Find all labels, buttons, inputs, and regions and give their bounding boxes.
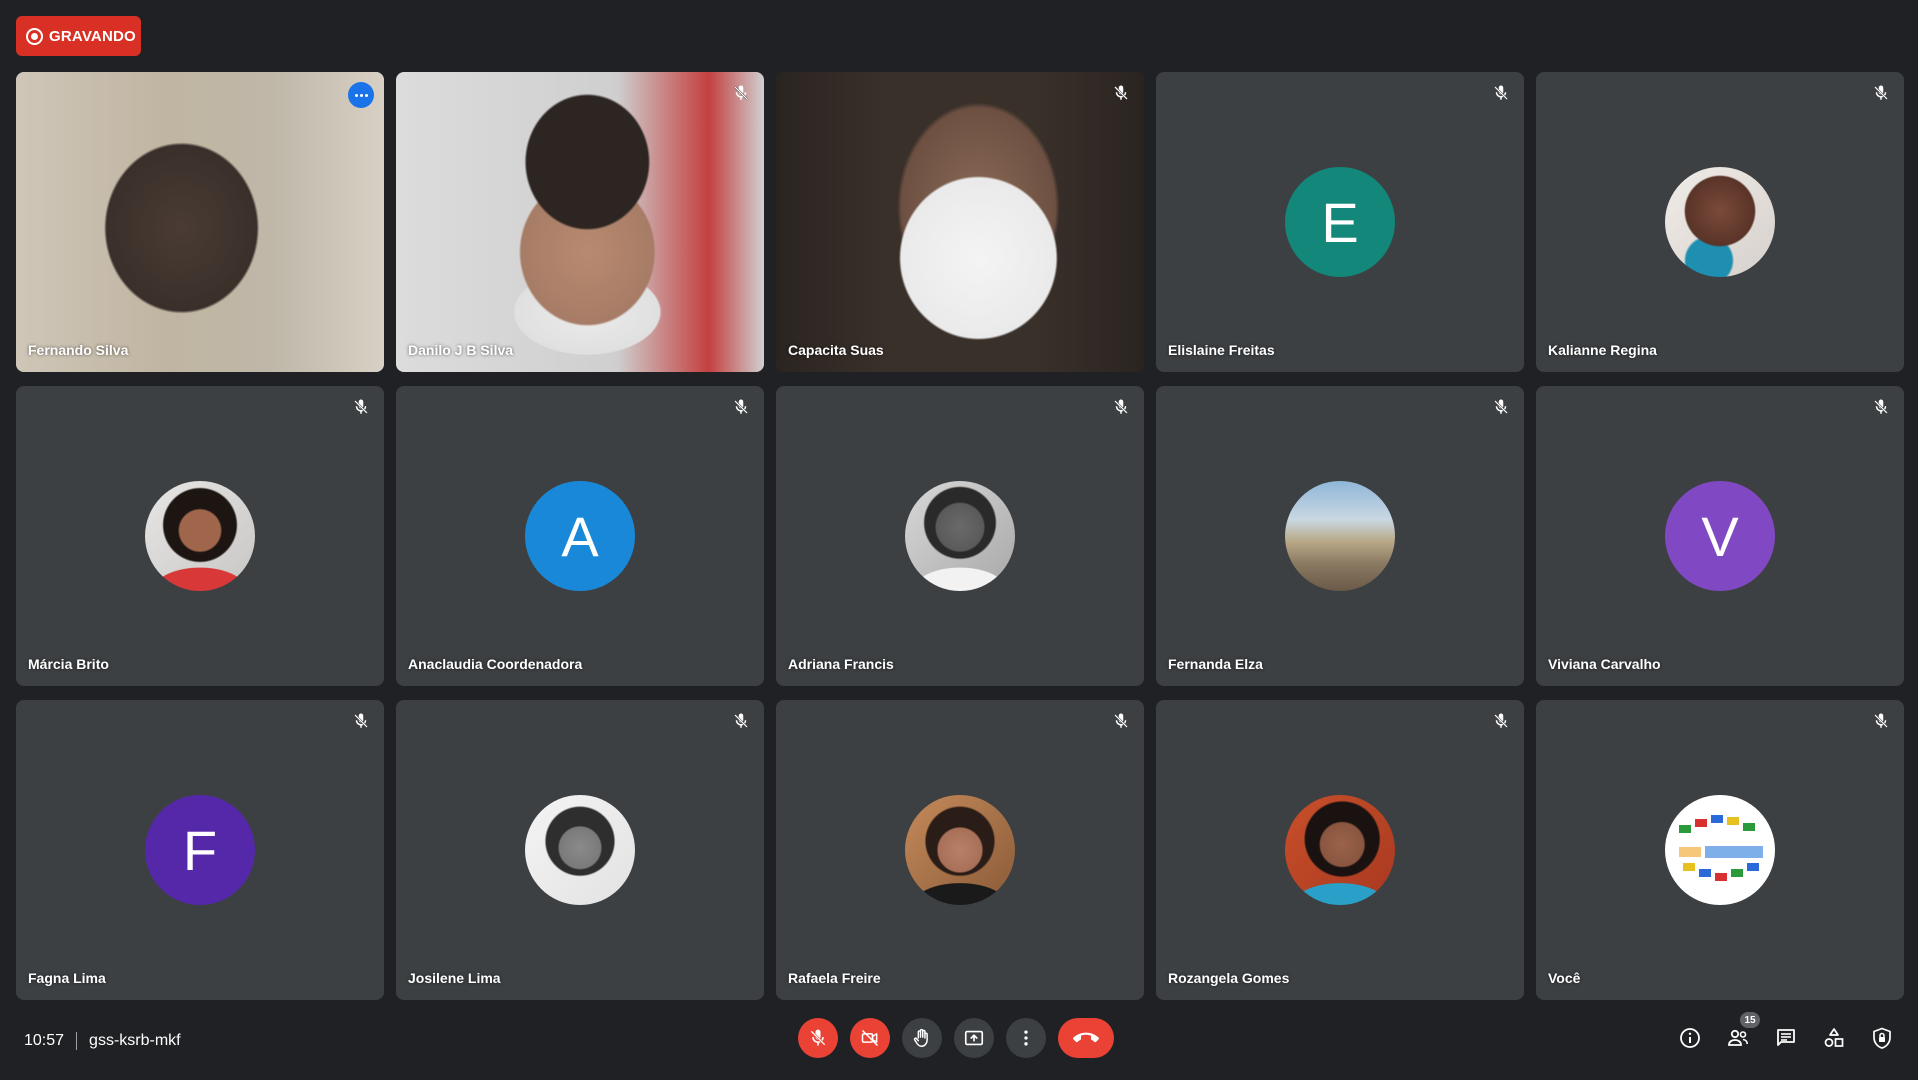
mic-off-icon <box>1494 399 1508 414</box>
mic-off-icon <box>354 399 368 414</box>
participant-tile[interactable]: E Elislaine Freitas <box>1156 72 1524 372</box>
participant-photo <box>905 795 1015 905</box>
participant-logo <box>1665 795 1775 905</box>
participant-tile[interactable]: Fernanda Elza <box>1156 386 1524 686</box>
participant-name: Fernando Silva <box>28 342 129 358</box>
meeting-time: 10:57 <box>24 1032 65 1049</box>
participant-tile[interactable]: Danilo J B Silva <box>396 72 764 372</box>
mic-off-icon <box>1114 399 1128 414</box>
camera-off-icon <box>861 1029 879 1047</box>
participant-name: Fagna Lima <box>28 970 106 986</box>
more-options-icon[interactable] <box>348 82 374 108</box>
avatar-initial: E <box>1321 190 1359 254</box>
participant-tile[interactable]: Capacita Suas <box>776 72 1144 372</box>
side-panel-toggles: 15 <box>1678 1012 1894 1050</box>
mic-off-icon <box>734 713 748 728</box>
mic-off-icon <box>354 713 368 728</box>
participant-name: Viviana Carvalho <box>1548 656 1661 672</box>
participant-tile[interactable]: Rozangela Gomes <box>1156 700 1524 1000</box>
divider <box>76 1032 78 1050</box>
participant-tile[interactable]: A Anaclaudia Coordenadora <box>396 386 764 686</box>
participant-count-badge: 15 <box>1740 1012 1760 1028</box>
participant-video <box>396 72 764 372</box>
end-call-button[interactable] <box>1058 1018 1114 1058</box>
present-screen-icon <box>964 1030 984 1046</box>
end-call-icon <box>1073 1032 1099 1043</box>
participant-tile[interactable]: Adriana Francis <box>776 386 1144 686</box>
activities-icon <box>1824 1028 1844 1047</box>
avatar-initial: V <box>1701 504 1739 568</box>
avatar-initial: A <box>561 504 599 568</box>
mic-off-icon <box>734 85 748 100</box>
raise-hand-icon <box>913 1028 928 1047</box>
participant-name: Capacita Suas <box>788 342 884 358</box>
participant-photo <box>1285 481 1395 591</box>
participant-name: Rafaela Freire <box>788 970 881 986</box>
avatar-initial: F <box>182 818 218 882</box>
participant-name: Josilene Lima <box>408 970 501 986</box>
bottom-bar: 10:57 gss-ksrb-mkf 15 <box>0 1012 1918 1080</box>
participant-photo <box>145 481 255 591</box>
info-icon <box>1680 1028 1700 1048</box>
participant-photo <box>1285 795 1395 905</box>
participant-name: Kalianne Regina <box>1548 342 1657 358</box>
more-options-icon <box>1024 1030 1028 1046</box>
mic-off-icon <box>1494 85 1508 100</box>
capacita-suas-logo <box>1675 815 1765 881</box>
participant-name: Elislaine Freitas <box>1168 342 1275 358</box>
people-icon <box>1728 1029 1748 1046</box>
participant-tile[interactable]: Márcia Brito <box>16 386 384 686</box>
participant-name: Danilo J B Silva <box>408 342 514 358</box>
participant-grid: Fernando Silva Danilo J B Silva Capacita… <box>16 72 1904 1000</box>
mic-off-icon <box>1114 85 1128 100</box>
mic-off-icon <box>810 1029 826 1046</box>
mic-off-icon <box>734 399 748 414</box>
chat-button[interactable] <box>1774 1026 1798 1050</box>
people-button[interactable]: 15 <box>1726 1012 1760 1050</box>
raise-hand-button[interactable] <box>902 1018 942 1058</box>
meeting-code: gss-ksrb-mkf <box>89 1032 181 1049</box>
microphone-toggle-button[interactable] <box>798 1018 838 1058</box>
participant-name: Adriana Francis <box>788 656 894 672</box>
chat-icon <box>1777 1029 1795 1046</box>
participant-name: Anaclaudia Coordenadora <box>408 656 583 672</box>
host-controls-icon <box>1873 1027 1891 1049</box>
participant-avatar: E <box>1285 167 1395 277</box>
host-controls-button[interactable] <box>1870 1026 1894 1050</box>
recording-label: GRAVANDO <box>49 27 136 45</box>
participant-name: Você <box>1548 970 1581 986</box>
participant-video <box>16 72 384 372</box>
participant-name: Rozangela Gomes <box>1168 970 1290 986</box>
mic-off-icon <box>1494 713 1508 728</box>
participant-video <box>776 72 1144 372</box>
participant-photo <box>525 795 635 905</box>
participant-photo <box>1665 167 1775 277</box>
participant-photo <box>905 481 1015 591</box>
mic-off-icon <box>1874 85 1888 100</box>
camera-toggle-button[interactable] <box>850 1018 890 1058</box>
activities-button[interactable] <box>1822 1026 1846 1050</box>
meeting-info-button[interactable] <box>1678 1026 1702 1050</box>
record-icon <box>26 27 43 45</box>
participant-tile[interactable]: V Viviana Carvalho <box>1536 386 1904 686</box>
participant-tile[interactable]: Josilene Lima <box>396 700 764 1000</box>
participant-avatar: F <box>145 795 255 905</box>
present-screen-button[interactable] <box>954 1018 994 1058</box>
participant-name: Márcia Brito <box>28 656 109 672</box>
more-options-button[interactable] <box>1006 1018 1046 1058</box>
participant-tile[interactable]: Você <box>1536 700 1904 1000</box>
meeting-details[interactable]: 10:57 gss-ksrb-mkf <box>24 1032 181 1050</box>
participant-tile[interactable]: Kalianne Regina <box>1536 72 1904 372</box>
participant-name: Fernanda Elza <box>1168 656 1263 672</box>
mic-off-icon <box>1114 713 1128 728</box>
mic-off-icon <box>1874 399 1888 414</box>
participant-avatar: A <box>525 481 635 591</box>
recording-badge[interactable]: GRAVANDO <box>16 16 141 56</box>
participant-avatar: V <box>1665 481 1775 591</box>
participant-tile[interactable]: Fernando Silva <box>16 72 384 372</box>
call-controls <box>798 1018 1114 1058</box>
mic-off-icon <box>1874 713 1888 728</box>
participant-tile[interactable]: F Fagna Lima <box>16 700 384 1000</box>
participant-tile[interactable]: Rafaela Freire <box>776 700 1144 1000</box>
